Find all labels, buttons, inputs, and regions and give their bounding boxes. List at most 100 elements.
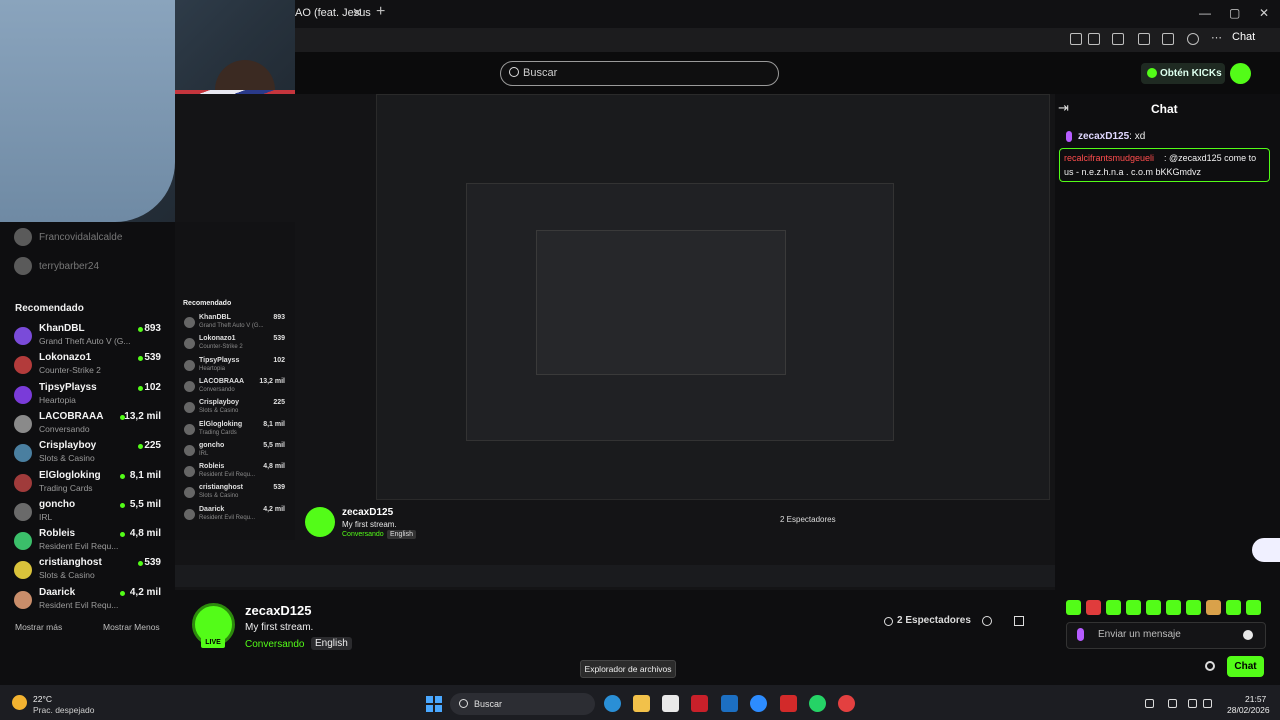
nested-taskbar — [175, 565, 1055, 587]
following-avatar — [14, 257, 32, 275]
nested-channel-category: IRL — [199, 450, 209, 457]
more-menu-icon[interactable]: ⋯ — [1211, 31, 1223, 44]
streamer-name[interactable]: zecaxD125 — [245, 603, 312, 618]
chat-text: : @zecaxd125 come to — [1164, 153, 1257, 163]
chat-text: us - n.e.z.h.n.a . c.o.m bKKGmdvz — [1064, 167, 1202, 177]
volume-icon[interactable] — [1203, 699, 1212, 708]
emote-icon[interactable] — [1066, 600, 1081, 615]
read-aloud-icon[interactable] — [1070, 33, 1082, 45]
close-window-button[interactable]: ✕ — [1259, 6, 1269, 20]
microphone-icon[interactable] — [1077, 628, 1084, 641]
file-explorer-icon[interactable] — [633, 695, 650, 712]
nested-channel-category: Heartopia — [199, 365, 226, 372]
nested-viewer-count: 893 — [273, 314, 285, 321]
channel-category: Slots & Casino — [39, 453, 95, 464]
weather-icon[interactable] — [12, 695, 27, 710]
emote-icon[interactable] — [1186, 600, 1201, 615]
store-icon[interactable] — [662, 695, 679, 712]
emote-icon[interactable] — [1166, 600, 1181, 615]
stream-language-tag[interactable]: English — [311, 637, 352, 650]
search-icon — [459, 699, 468, 708]
taskbar-tooltip: Explorador de archivos — [580, 660, 676, 678]
copilot-chat-button[interactable]: Chat — [1232, 31, 1255, 43]
nested-stream-title: My first stream. — [342, 520, 397, 529]
floating-action-button[interactable] — [1252, 538, 1280, 562]
split-screen-icon[interactable] — [1138, 33, 1150, 45]
viewer-count: 539 — [144, 352, 161, 364]
chrome-icon[interactable] — [838, 695, 855, 712]
gear-icon[interactable] — [1205, 661, 1215, 671]
mcafee-icon[interactable] — [691, 695, 708, 712]
channel-category: Grand Theft Auto V (G... — [39, 336, 131, 346]
emote-icon[interactable] — [1086, 600, 1101, 615]
nested-viewer-count: 4,2 mil — [263, 505, 285, 513]
stream-category[interactable]: Conversando — [245, 639, 304, 650]
show-less-button[interactable]: Mostrar Menos — [103, 622, 160, 632]
favorite-icon[interactable] — [1088, 33, 1100, 45]
edge-icon[interactable] — [604, 695, 621, 712]
nested-viewer-count: 5,5 mil — [263, 441, 285, 449]
favorites-bar-icon[interactable] — [1162, 33, 1174, 45]
emote-icon[interactable] — [1126, 600, 1141, 615]
nested-channel-category: Resident Evil Requ... — [199, 472, 256, 479]
nested-viewer-count: 539 — [273, 335, 285, 343]
clock-date[interactable]: 28/02/2026 — [1227, 705, 1270, 715]
collapse-chat-icon[interactable]: ⇥ — [1058, 100, 1069, 116]
wifi-icon[interactable] — [1188, 699, 1197, 708]
more-options-icon[interactable] — [1014, 616, 1024, 626]
emote-icon[interactable] — [1106, 600, 1121, 615]
nested-channel-category: Slots & Casino — [199, 408, 239, 415]
nested-channel-category: Counter-Strike 2 — [199, 344, 243, 351]
nested-viewer-count: 225 — [273, 399, 285, 407]
search-icon — [509, 67, 519, 77]
chat-title: Chat — [1151, 102, 1178, 116]
whatsapp-icon[interactable] — [809, 695, 826, 712]
nested-channel-category: Slots & Casino — [199, 493, 239, 500]
viewer-count: 5,5 mil — [129, 498, 161, 510]
clock-time[interactable]: 21:57 — [1245, 694, 1266, 704]
chat-username[interactable]: zecaxD125 — [1078, 131, 1129, 142]
nested-channel-category: Resident Evil Requ... — [199, 514, 256, 521]
user-avatar[interactable] — [1230, 63, 1251, 84]
chat-input-placeholder: Enviar un mensaje — [1098, 629, 1181, 640]
outlook-icon[interactable] — [721, 695, 738, 712]
tray-usb-icon[interactable] — [1168, 699, 1177, 708]
emote-icon[interactable] — [1246, 600, 1261, 615]
live-badge: LIVE — [201, 637, 225, 648]
share-icon[interactable] — [982, 616, 992, 626]
nested-viewer-count: 13,2 mil — [259, 377, 285, 385]
lexicon-icon[interactable] — [780, 695, 797, 712]
zoom-icon[interactable] — [750, 695, 767, 712]
chat-send-button[interactable]: Chat — [1227, 656, 1264, 677]
profile-icon[interactable] — [1187, 33, 1199, 45]
nested-channel-name: goncho — [199, 441, 225, 449]
emote-icon[interactable] — [1206, 600, 1221, 615]
channel-name: KhanDBL — [39, 323, 85, 334]
chat-username[interactable]: recalcifrantsmudgeueli — [1064, 153, 1154, 163]
emoji-icon[interactable] — [1243, 630, 1253, 640]
nested-viewers: 2 Espectadores — [780, 515, 836, 524]
tab-close-icon[interactable]: ✕ — [352, 5, 363, 21]
minimize-button[interactable]: — — [1199, 6, 1211, 20]
viewer-count: 13,2 mil — [124, 410, 161, 422]
tray-chevron-icon[interactable] — [1145, 699, 1154, 708]
following-item-label[interactable]: Francovidalalcalde — [39, 232, 122, 243]
maximize-button[interactable]: ▢ — [1229, 6, 1240, 20]
channel-name: Lokonazo1 — [39, 352, 92, 364]
emote-icon[interactable] — [1226, 600, 1241, 615]
taskbar-search[interactable] — [450, 693, 595, 715]
channel-avatar — [14, 532, 32, 551]
channel-name: Crisplayboy — [39, 440, 97, 452]
emote-icon[interactable] — [1146, 600, 1161, 615]
following-item-label[interactable]: terrybarber24 — [39, 261, 99, 272]
following-avatar — [14, 228, 32, 246]
nested-avatar — [184, 380, 195, 392]
channel-category: Heartopia — [39, 394, 76, 405]
extensions-icon[interactable] — [1112, 33, 1124, 45]
show-more-button[interactable]: Mostrar más — [15, 622, 62, 632]
new-tab-button[interactable]: + — [376, 3, 385, 21]
viewer-count: 225 — [144, 440, 161, 452]
nested-channel-name: cristianghost — [199, 484, 243, 492]
channel-avatar — [14, 502, 32, 521]
windows-start-icon[interactable] — [426, 696, 442, 712]
